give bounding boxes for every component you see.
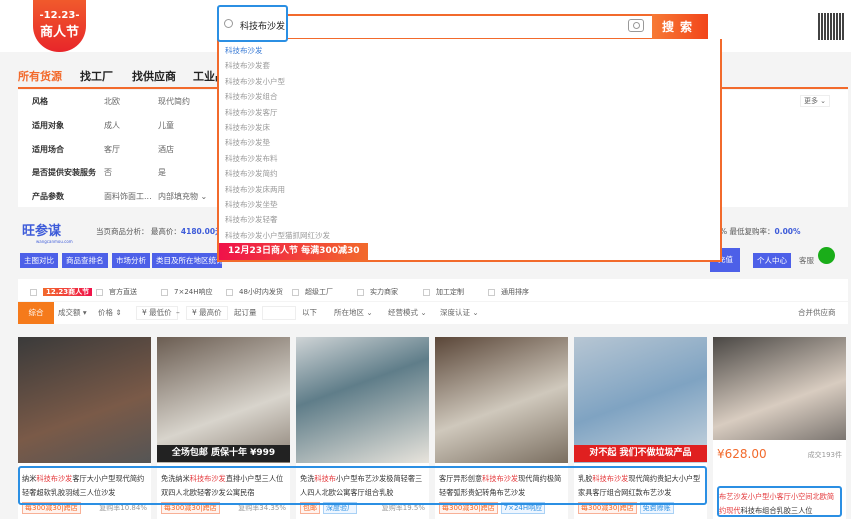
main-image-compare-button[interactable]: 主图对比 — [20, 253, 58, 268]
suggestion-item[interactable]: 科技布沙发布料 — [225, 153, 278, 164]
check-24h[interactable]: 7×24H响应 — [161, 287, 213, 297]
filter-dropdown[interactable]: 内部填充物 ⌄ — [158, 191, 207, 202]
suggestion-item[interactable]: 科技布沙发组合 — [225, 91, 278, 102]
suggestion-item[interactable]: 科技布沙发简约 — [225, 168, 278, 179]
filter-option[interactable]: 现代简约 — [158, 96, 190, 107]
image-overlay-text: 全场包邮 质保十年 ¥999 — [157, 445, 290, 462]
service-filters: 12.23商人节 官方直送 7×24H响应 48小时内发货 超级工厂 实力商家 … — [18, 279, 848, 301]
product-image[interactable] — [435, 337, 568, 463]
filter-option[interactable]: 否 — [104, 167, 112, 178]
check-general-sort[interactable]: 通用排序 — [488, 287, 529, 297]
filter-option[interactable]: 成人 — [104, 120, 120, 131]
search-query-text[interactable]: 科技布沙发 — [240, 19, 285, 32]
title-highlight-box — [18, 466, 707, 505]
more-button[interactable]: 更多 ⌄ — [800, 95, 830, 107]
wangcanmou-logo: 旺参谋 wangcanmou.com — [22, 220, 73, 244]
filter-option[interactable]: 客厅 — [104, 144, 120, 155]
min-rebuy-value: 0.00% — [774, 227, 801, 236]
logo-date: -12.23- — [39, 10, 80, 21]
suggestion-item[interactable]: 科技布沙发小户型猫抓网红沙发 — [225, 230, 330, 241]
sort-default[interactable]: 综合 — [18, 302, 54, 324]
personal-center-button[interactable]: 个人中心 — [753, 253, 791, 268]
search-suggestions: 科技布沙发 科技布沙发套 科技布沙发小户型 科技布沙发组合 科技布沙发客厅 科技布沙发床科… — [217, 39, 722, 262]
min-price-input[interactable]: ¥ 最低价 — [136, 306, 178, 320]
page-analysis: 当页商品分析： 最高价：4180.00元 — [96, 226, 223, 237]
tab-supplier[interactable]: 找供应商 — [132, 68, 176, 84]
sold-count: 成交193件 — [807, 451, 842, 459]
product-image[interactable] — [18, 337, 151, 463]
filter-option[interactable]: 面料饰面工... — [104, 191, 152, 202]
business-mode-dropdown[interactable]: 经营模式 ⌄ — [388, 302, 427, 324]
min-rebuy-label: % 最低复购率： — [720, 227, 775, 236]
suggestion-item[interactable]: 科技布沙发客厅 — [225, 107, 278, 118]
filter-option[interactable]: 北欧 — [104, 96, 120, 107]
promo-banner[interactable]: 12月23日商人节 每满300减30 — [219, 243, 368, 260]
check-festival[interactable]: 12.23商人节 — [30, 287, 93, 297]
check-48h-ship[interactable]: 48小时内发货 — [226, 287, 283, 297]
suggestion-item[interactable]: 科技布沙发 — [225, 45, 263, 56]
suggestion-item[interactable]: 科技布沙发轻奢 — [225, 214, 278, 225]
moq-label: 起订量 — [234, 308, 257, 317]
rebuy-analysis: % 最低复购率：0.00% — [720, 226, 801, 237]
wechat-icon[interactable] — [818, 247, 835, 264]
rank-check-button[interactable]: 商品查排名 — [62, 253, 108, 268]
filter-option[interactable]: 儿童 — [158, 120, 174, 131]
moq-suffix: 以下 — [302, 308, 317, 317]
sort-price[interactable]: 价格 ⇕ — [98, 302, 122, 324]
region-dropdown[interactable]: 所在地区 ⌄ — [334, 302, 373, 324]
filter-label: 适用对象 — [32, 121, 64, 130]
suggestion-item[interactable]: 科技布沙发床 — [225, 122, 270, 133]
product-image[interactable] — [296, 337, 429, 463]
check-strong-merchant[interactable]: 实力商家 — [357, 287, 398, 297]
search-icon — [224, 19, 233, 28]
wang-url: wangcanmou.com — [36, 239, 73, 244]
logo-text: 商人节 — [39, 25, 79, 40]
qr-code — [818, 13, 845, 40]
camera-icon[interactable] — [628, 19, 644, 32]
filter-label: 风格 — [32, 97, 48, 106]
sort-volume[interactable]: 成交额 ▾ — [58, 302, 87, 324]
product-price: ¥628.00 — [717, 447, 767, 461]
search-button[interactable]: 搜索 — [652, 14, 708, 40]
suggestion-item[interactable]: 科技布沙发床两用 — [225, 184, 285, 195]
wang-name: 旺参谋 — [22, 224, 62, 239]
tab-factory[interactable]: 找工厂 — [80, 68, 113, 84]
sort-bar: 综合 成交额 ▾ 价格 ⇕ ¥ 最低价 – ¥ 最高价 起订量 以下 所在地区 … — [18, 302, 848, 324]
merge-suppliers[interactable]: 合并供应商 — [798, 302, 836, 324]
category-stats-button[interactable]: 类目及所在地区统计 — [152, 253, 222, 268]
tab-all-sources[interactable]: 所有货源 — [18, 68, 62, 84]
max-price-input[interactable]: ¥ 最高价 — [186, 306, 228, 320]
check-official[interactable]: 官方直送 — [96, 287, 137, 297]
filter-option[interactable]: 是 — [158, 167, 166, 178]
suggestion-item[interactable]: 科技布沙发小户型 — [225, 76, 285, 87]
image-overlay-text: 对不起 我们不做垃圾产品 — [574, 445, 707, 462]
moq-input[interactable] — [262, 306, 296, 320]
price-dash: – — [176, 308, 180, 317]
suggestion-item[interactable]: 科技布沙发垫 — [225, 137, 270, 148]
filter-label: 适用场合 — [32, 145, 64, 154]
festival-logo[interactable]: -12.23- 商人节 — [33, 0, 86, 52]
check-custom[interactable]: 加工定制 — [423, 287, 464, 297]
check-super-factory[interactable]: 超级工厂 — [292, 287, 333, 297]
title-highlight-box — [717, 486, 842, 517]
analysis-label: 当页商品分析： 最高价： — [96, 227, 181, 236]
product-image[interactable] — [713, 337, 846, 440]
customer-service-label[interactable]: 客服 — [799, 255, 814, 266]
filter-label: 是否提供安装服务 — [32, 168, 96, 177]
certification-dropdown[interactable]: 深度认证 ⌄ — [440, 302, 479, 324]
filter-label: 产品参数 — [32, 192, 64, 201]
suggestion-item[interactable]: 科技布沙发套 — [225, 60, 270, 71]
suggestion-item[interactable]: 科技布沙发坐垫 — [225, 199, 278, 210]
filter-option[interactable]: 酒店 — [158, 144, 174, 155]
market-analysis-button[interactable]: 市场分析 — [112, 253, 150, 268]
